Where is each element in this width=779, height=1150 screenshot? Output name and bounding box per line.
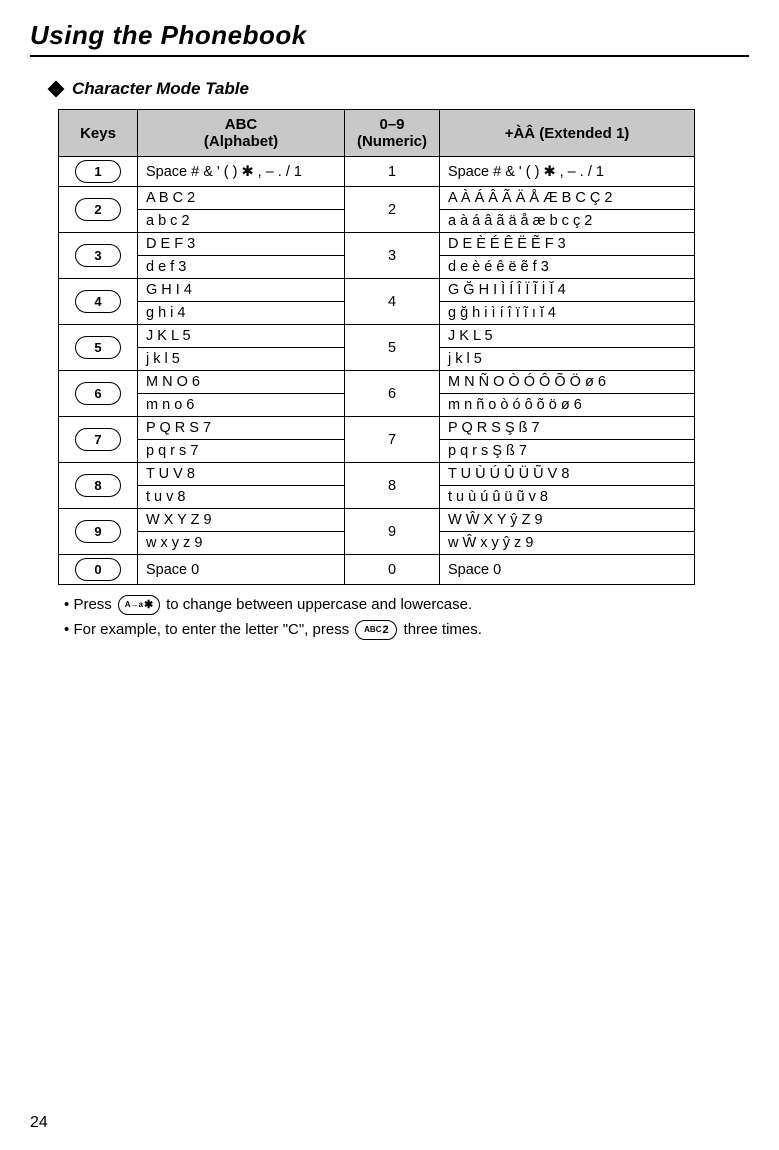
key-star-sup: A→a: [125, 599, 143, 611]
th-abc: ABC (Alphabet): [138, 110, 345, 157]
num-cell: 4: [345, 279, 440, 325]
section-heading-text: Character Mode Table: [72, 79, 249, 99]
key-2-button: 2: [75, 198, 121, 221]
table-body: 1 Space # & ' ( ) ✱ , – . / 1 1 Space # …: [59, 157, 695, 585]
ext-cell: d e è é ê ë ẽ f 3: [440, 256, 695, 279]
key-2-inline-button: ABC2: [355, 620, 397, 640]
key-cell: 6: [59, 371, 138, 417]
note-2-post: three times.: [399, 621, 482, 638]
note-1: • Press A→a✱ to change between uppercase…: [64, 593, 749, 616]
bullet: •: [64, 621, 69, 638]
num-cell: 5: [345, 325, 440, 371]
abc-cell: G H I 4: [138, 279, 345, 302]
abc-cell: d e f 3: [138, 256, 345, 279]
num-cell: 7: [345, 417, 440, 463]
key-5-button: 5: [75, 336, 121, 359]
key-9-button: 9: [75, 520, 121, 543]
page-number: 24: [30, 1114, 48, 1132]
abc-cell: w x y z 9: [138, 532, 345, 555]
abc-cell: t u v 8: [138, 486, 345, 509]
ext-cell: T U Ù Ú Û Ü Ũ V 8: [440, 463, 695, 486]
ext-cell: m n ñ o ò ó ô õ ö ø 6: [440, 394, 695, 417]
key-cell: 4: [59, 279, 138, 325]
key-0-button: 0: [75, 558, 121, 581]
key-2-label: 2: [382, 622, 388, 639]
ext-cell: g ğ h i ì í î ï ĩ ı ĭ 4: [440, 302, 695, 325]
ext-cell: w Ŵ x y ŷ z 9: [440, 532, 695, 555]
ext-cell: A À Á Â Ã Ä Å Æ B C Ç 2: [440, 187, 695, 210]
ext-cell: a à á â ã ä å æ b c ç 2: [440, 210, 695, 233]
num-cell: 3: [345, 233, 440, 279]
note-2-pre: For example, to enter the letter "C", pr…: [73, 621, 353, 638]
ext-cell: W Ŵ X Y ŷ Z 9: [440, 509, 695, 532]
th-extended: +ÀÂ (Extended 1): [440, 110, 695, 157]
abc-cell: Space 0: [138, 555, 345, 585]
abc-cell: p q r s 7: [138, 440, 345, 463]
key-7-button: 7: [75, 428, 121, 451]
abc-cell: D E F 3: [138, 233, 345, 256]
key-4-button: 4: [75, 290, 121, 313]
num-cell: 1: [345, 157, 440, 187]
num-cell: 6: [345, 371, 440, 417]
num-cell: 9: [345, 509, 440, 555]
key-cell: 0: [59, 555, 138, 585]
abc-cell: g h i 4: [138, 302, 345, 325]
abc-cell: Space # & ' ( ) ✱ , – . / 1: [138, 157, 345, 187]
abc-cell: P Q R S 7: [138, 417, 345, 440]
note-1-post: to change between uppercase and lowercas…: [162, 596, 472, 613]
th-keys: Keys: [59, 110, 138, 157]
page-title: Using the Phonebook: [30, 20, 749, 57]
key-3-button: 3: [75, 244, 121, 267]
num-cell: 0: [345, 555, 440, 585]
key-star-label: ✱: [144, 597, 153, 614]
ext-cell: D E È É Ê Ë Ẽ F 3: [440, 233, 695, 256]
notes: • Press A→a✱ to change between uppercase…: [64, 593, 749, 642]
abc-cell: J K L 5: [138, 325, 345, 348]
ext-cell: G Ğ H I Ì Í Î Ï Ĩ İ Ĭ 4: [440, 279, 695, 302]
ext-cell: j k l 5: [440, 348, 695, 371]
key-cell: 3: [59, 233, 138, 279]
note-2: • For example, to enter the letter "C", …: [64, 618, 749, 641]
key-8-button: 8: [75, 474, 121, 497]
ext-cell: P Q R S Ş ß 7: [440, 417, 695, 440]
section-heading: Character Mode Table: [50, 79, 749, 99]
bullet: •: [64, 596, 69, 613]
ext-cell: Space 0: [440, 555, 695, 585]
abc-cell: W X Y Z 9: [138, 509, 345, 532]
key-6-button: 6: [75, 382, 121, 405]
abc-cell: T U V 8: [138, 463, 345, 486]
ext-cell: t u ù ú û ü ũ v 8: [440, 486, 695, 509]
key-cell: 1: [59, 157, 138, 187]
key-cell: 8: [59, 463, 138, 509]
diamond-icon: [48, 81, 65, 98]
ext-cell: p q r s Ş ß 7: [440, 440, 695, 463]
ext-cell: M N Ñ O Ò Ó Ô Õ Ö ø 6: [440, 371, 695, 394]
key-2-sup: ABC: [364, 624, 381, 636]
key-cell: 2: [59, 187, 138, 233]
th-numeric: 0–9 (Numeric): [345, 110, 440, 157]
ext-cell: Space # & ' ( ) ✱ , – . / 1: [440, 157, 695, 187]
num-cell: 8: [345, 463, 440, 509]
abc-cell: M N O 6: [138, 371, 345, 394]
key-cell: 5: [59, 325, 138, 371]
key-cell: 9: [59, 509, 138, 555]
abc-cell: j k l 5: [138, 348, 345, 371]
abc-cell: m n o 6: [138, 394, 345, 417]
character-mode-table: Keys ABC (Alphabet) 0–9 (Numeric) +ÀÂ (E…: [58, 109, 695, 585]
key-cell: 7: [59, 417, 138, 463]
ext-cell: J K L 5: [440, 325, 695, 348]
note-1-pre: Press: [73, 596, 116, 613]
abc-cell: a b c 2: [138, 210, 345, 233]
num-cell: 2: [345, 187, 440, 233]
key-1-button: 1: [75, 160, 121, 183]
key-star-button: A→a✱: [118, 595, 160, 615]
abc-cell: A B C 2: [138, 187, 345, 210]
